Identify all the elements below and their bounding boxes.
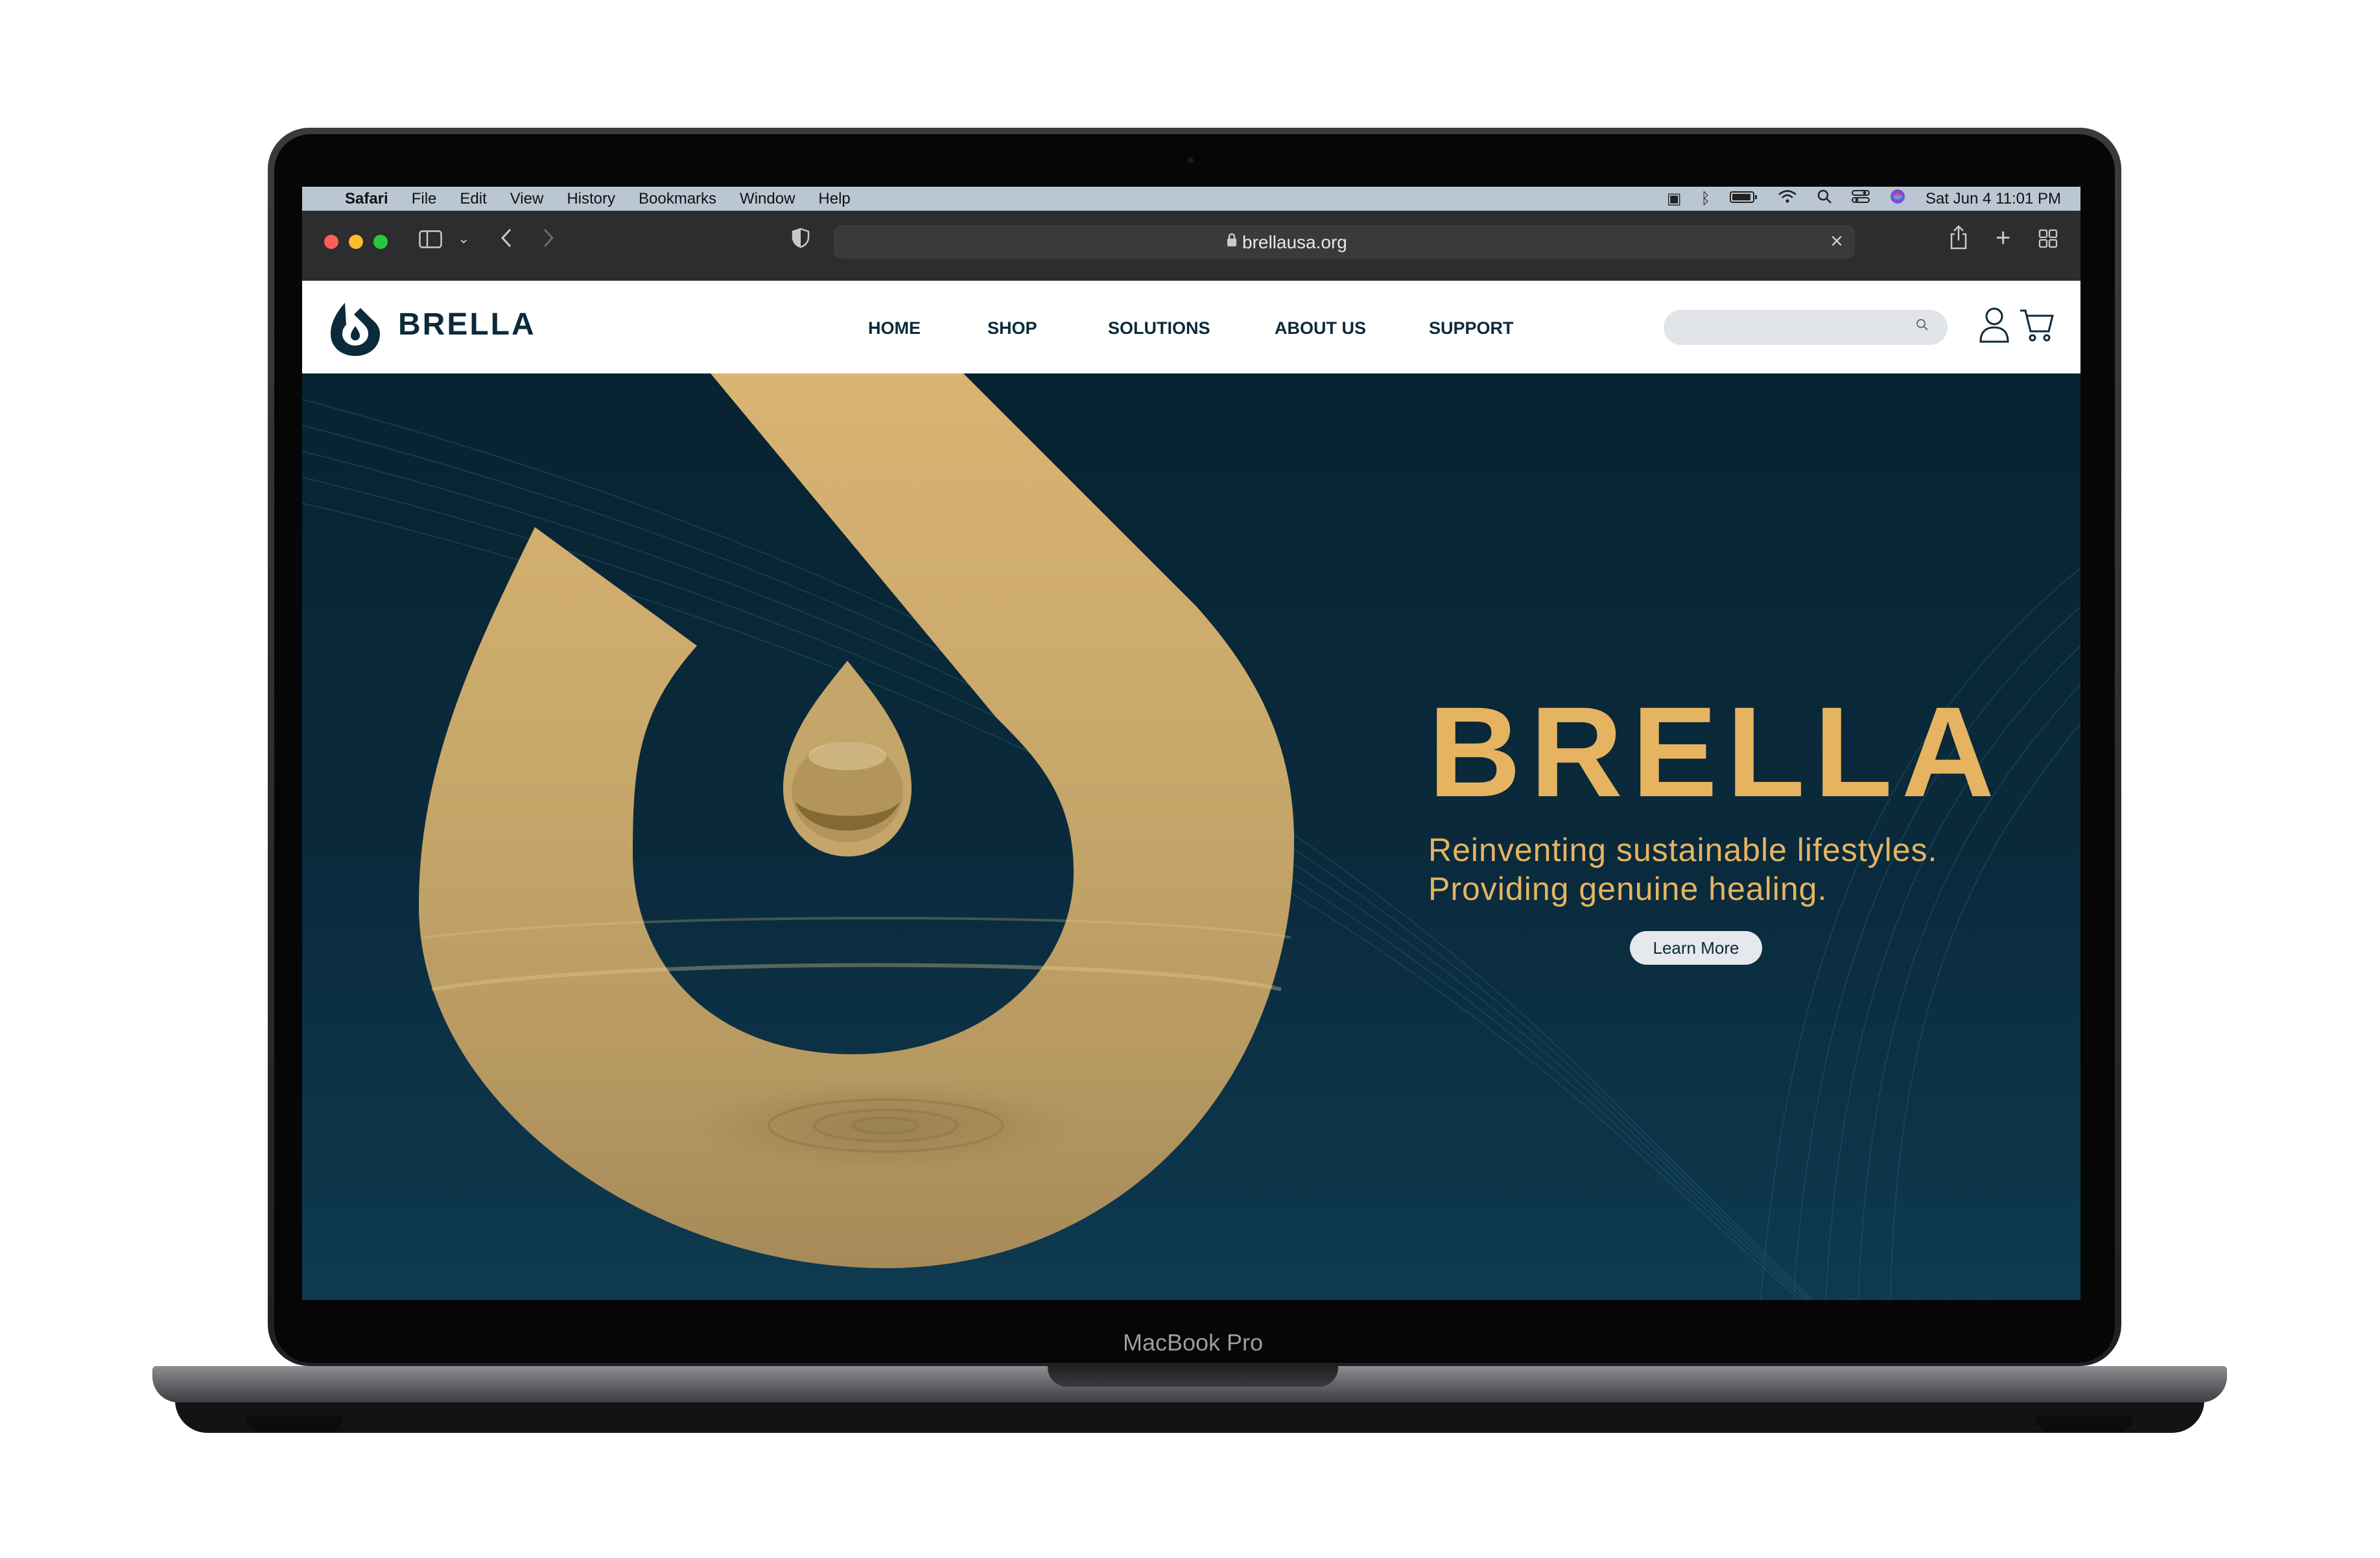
nav-shop[interactable]: SHOP: [987, 318, 1037, 338]
menubar-datetime[interactable]: Sat Jun 4 11:01 PM: [1926, 190, 2061, 208]
menu-view[interactable]: View: [510, 190, 544, 208]
nav-solutions[interactable]: SOLUTIONS: [1108, 318, 1210, 338]
menu-help[interactable]: Help: [818, 190, 850, 208]
sidebar-toggle-icon[interactable]: [419, 230, 442, 254]
address-bar[interactable]: brellausa.org ×: [834, 225, 1855, 259]
back-button[interactable]: [500, 228, 513, 254]
hero-section: BRELLA Reinventing sustainable lifestyle…: [302, 373, 2080, 1300]
wifi-icon[interactable]: [1778, 189, 1797, 208]
nav-support[interactable]: SUPPORT: [1429, 318, 1514, 338]
siri-icon[interactable]: [1889, 188, 1906, 209]
menu-history[interactable]: History: [567, 190, 615, 208]
extension-icon[interactable]: ▣: [1667, 189, 1682, 208]
spotlight-search-icon[interactable]: [1817, 189, 1832, 209]
battery-icon[interactable]: [1729, 190, 1758, 208]
tab-overview-icon[interactable]: [2038, 229, 2058, 254]
nav-about-us[interactable]: ABOUT US: [1275, 318, 1366, 338]
learn-more-button[interactable]: Learn More: [1630, 931, 1762, 965]
laptop-notch: [1048, 1366, 1338, 1387]
laptop-foot-right: [2036, 1417, 2133, 1432]
site-search-input[interactable]: [1664, 310, 1948, 345]
forward-button[interactable]: [542, 228, 555, 254]
address-url: brellausa.org: [1242, 232, 1347, 252]
laptop-base-shadow: [175, 1400, 2204, 1433]
nav-home[interactable]: HOME: [868, 318, 921, 338]
menu-window[interactable]: Window: [740, 190, 795, 208]
close-window-button[interactable]: [324, 235, 338, 249]
privacy-shield-icon[interactable]: [792, 228, 810, 254]
bluetooth-icon[interactable]: ᛒ: [1701, 190, 1710, 208]
zoom-window-button[interactable]: [373, 235, 388, 249]
macos-menubar: Safari File Edit View History Bookmarks …: [302, 187, 2080, 211]
minimize-window-button[interactable]: [349, 235, 363, 249]
menu-bookmarks[interactable]: Bookmarks: [639, 190, 716, 208]
new-tab-icon[interactable]: +: [1996, 224, 2010, 253]
hero-subtitle-line-2: Providing genuine healing.: [1428, 871, 1828, 907]
site-header: BRELLA HOME SHOP SOLUTIONS ABOUT US SUPP…: [302, 281, 2080, 373]
lock-icon: [1226, 232, 1238, 252]
menu-app-safari[interactable]: Safari: [345, 190, 388, 208]
chevron-down-icon[interactable]: ⌄: [458, 230, 469, 247]
brella-logo-icon[interactable]: [331, 300, 383, 356]
account-icon[interactable]: [1979, 307, 2010, 343]
device-label: MacBook Pro: [1122, 1329, 1264, 1356]
safari-toolbar: ⌄ brellausa.org × +: [302, 211, 2080, 281]
menu-edit[interactable]: Edit: [460, 190, 486, 208]
cart-icon[interactable]: [2019, 308, 2055, 343]
clear-address-icon[interactable]: ×: [1830, 229, 1843, 254]
search-icon[interactable]: [1915, 318, 1929, 336]
control-center-icon[interactable]: [1851, 189, 1870, 208]
hero-title: BRELLA: [1428, 680, 2003, 823]
hero-subtitle: Reinventing sustainable lifestyles. Prov…: [1428, 831, 1937, 908]
screen: Safari File Edit View History Bookmarks …: [302, 187, 2080, 1300]
hero-subtitle-line-1: Reinventing sustainable lifestyles.: [1428, 832, 1938, 868]
menu-file[interactable]: File: [412, 190, 437, 208]
brand-name[interactable]: BRELLA: [398, 307, 536, 342]
share-icon[interactable]: [1949, 225, 1968, 255]
laptop-foot-left: [246, 1417, 344, 1432]
camera-icon: [1188, 158, 1194, 163]
